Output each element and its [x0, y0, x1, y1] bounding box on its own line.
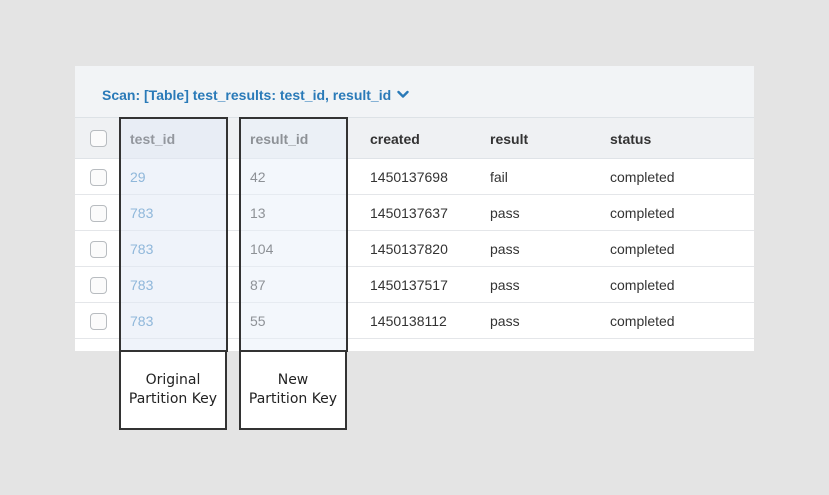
table-row[interactable]: 783 55 1450138112 pass completed [75, 303, 754, 339]
table-row[interactable]: 29 42 1450137698 fail completed [75, 159, 754, 195]
test-id-link[interactable]: 783 [130, 241, 153, 257]
scan-bar: Scan: [Table] test_results: test_id, res… [75, 66, 754, 118]
created-cell: 1450137820 [370, 241, 448, 257]
status-cell: completed [610, 169, 675, 185]
original-key-line1: Original [145, 372, 201, 388]
new-key-line1: New [277, 372, 309, 388]
result-id-cell: 55 [250, 313, 266, 329]
column-header-test-id[interactable]: test_id [130, 131, 175, 147]
original-partition-key-callout: Original Partition Key [119, 350, 227, 430]
created-cell: 1450138112 [370, 313, 447, 329]
result-cell: pass [490, 205, 520, 221]
status-cell: completed [610, 205, 675, 221]
row-checkbox[interactable] [90, 205, 107, 222]
test-id-link[interactable]: 783 [130, 313, 153, 329]
chevron-down-icon [397, 86, 409, 102]
table-header: test_id result_id created result status [75, 118, 754, 159]
row-checkbox[interactable] [90, 277, 107, 294]
test-id-link[interactable]: 29 [130, 169, 146, 185]
scan-label: Scan: [Table] test_results: test_id, res… [102, 87, 392, 103]
test-id-link[interactable]: 783 [130, 277, 153, 293]
status-cell: completed [610, 313, 675, 329]
row-checkbox[interactable] [90, 241, 107, 258]
new-key-line2: Partition Key [248, 391, 338, 407]
table-row[interactable]: 783 13 1450137637 pass completed [75, 195, 754, 231]
result-cell: pass [490, 313, 520, 329]
select-all-checkbox[interactable] [90, 130, 107, 147]
result-cell: pass [490, 241, 520, 257]
new-partition-key-callout: New Partition Key [239, 350, 347, 430]
original-key-line2: Partition Key [128, 391, 218, 407]
result-id-cell: 87 [250, 277, 266, 293]
scan-selector[interactable]: Scan: [Table] test_results: test_id, res… [102, 87, 409, 104]
result-cell: pass [490, 277, 520, 293]
table-row[interactable]: 783 104 1450137820 pass completed [75, 231, 754, 267]
column-header-status[interactable]: status [610, 131, 651, 147]
created-cell: 1450137698 [370, 169, 448, 185]
test-id-link[interactable]: 783 [130, 205, 153, 221]
status-cell: completed [610, 241, 675, 257]
created-cell: 1450137517 [370, 277, 448, 293]
result-id-cell: 42 [250, 169, 266, 185]
created-cell: 1450137637 [370, 205, 448, 221]
status-cell: completed [610, 277, 675, 293]
result-id-cell: 13 [250, 205, 266, 221]
table-panel: Scan: [Table] test_results: test_id, res… [75, 66, 754, 351]
column-header-result-id[interactable]: result_id [250, 131, 308, 147]
result-id-cell: 104 [250, 241, 274, 257]
table-row[interactable]: 783 87 1450137517 pass completed [75, 267, 754, 303]
row-checkbox[interactable] [90, 169, 107, 186]
column-header-result[interactable]: result [490, 131, 528, 147]
result-cell: fail [490, 169, 508, 185]
row-checkbox[interactable] [90, 313, 107, 330]
column-header-created[interactable]: created [370, 131, 420, 147]
